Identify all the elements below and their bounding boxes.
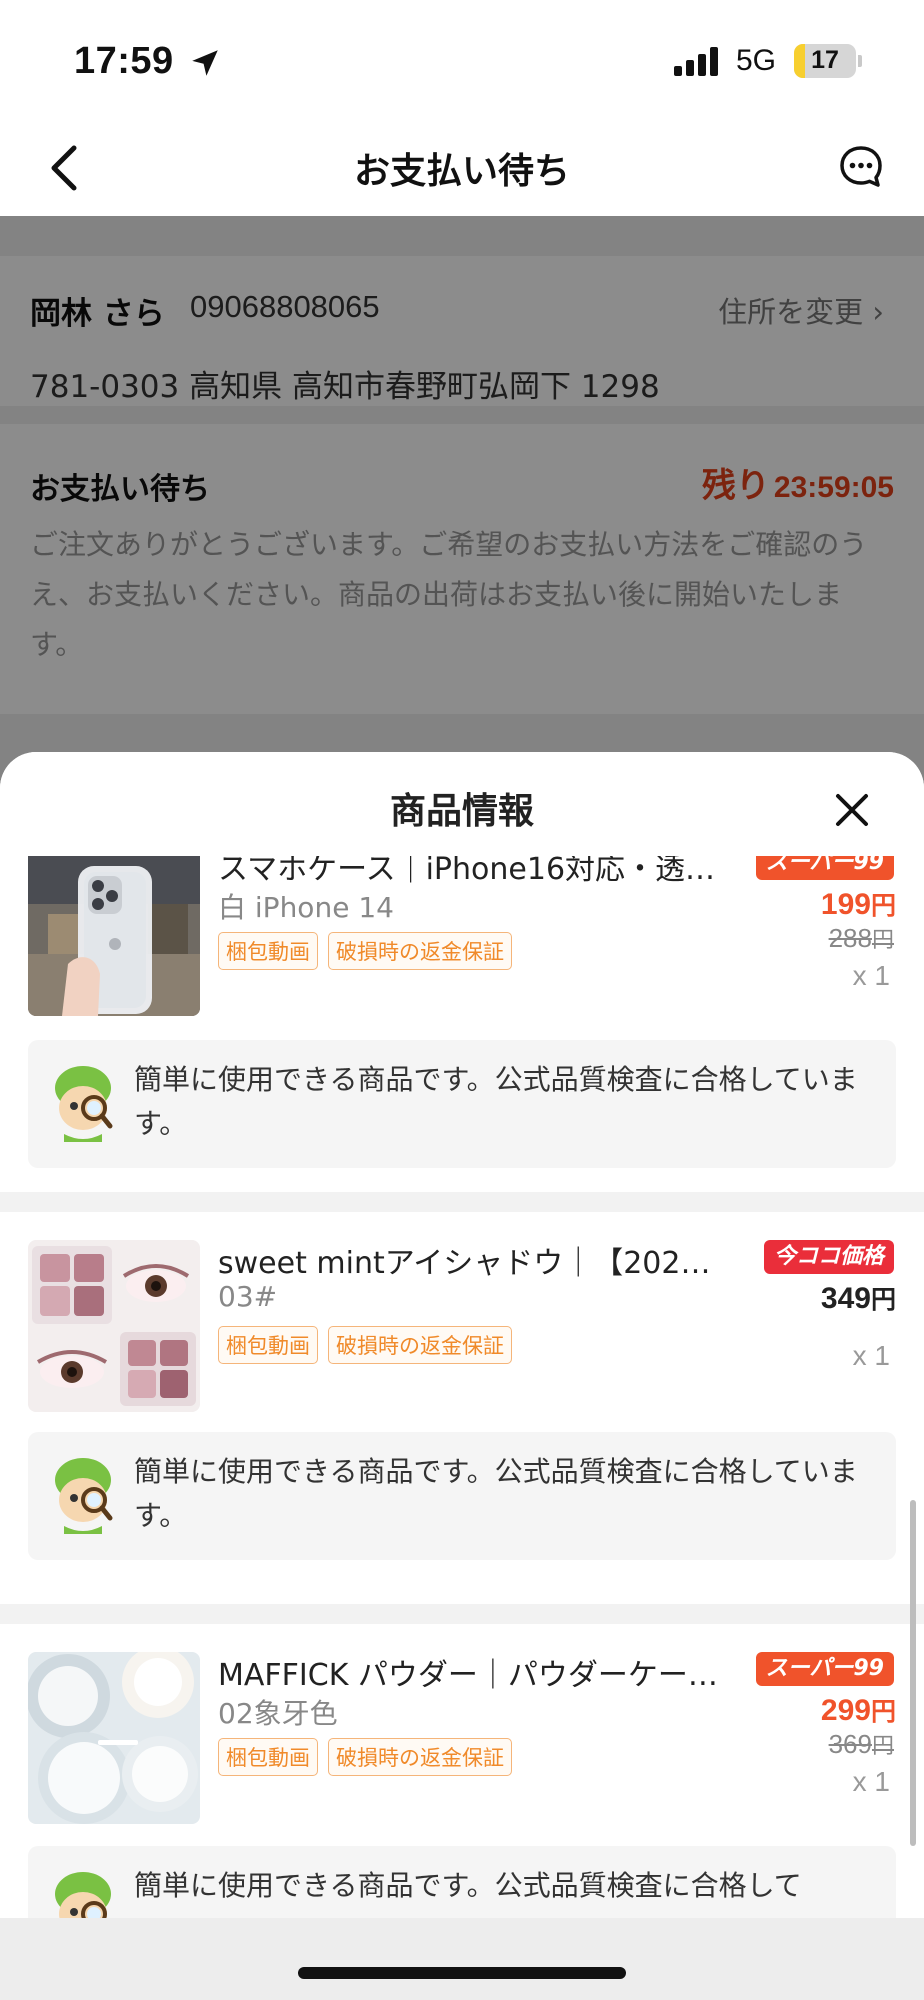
close-icon[interactable]: [834, 792, 870, 828]
product-quantity: x 1: [852, 1766, 890, 1797]
product-info-sheet: 商品情報 スマホケース｜iPhone16対応・透… 白 iPhone 14 梱包…: [0, 752, 924, 2000]
page-title: お支払い待ち: [353, 151, 570, 192]
quality-note: 簡単に使用できる商品です。公式品質検査に合格しています。: [28, 1432, 896, 1560]
inspector-mascot-icon: [55, 1066, 113, 1142]
product-title[interactable]: MAFFICK パウダー｜パウダーケー…: [218, 1650, 742, 1694]
product-title[interactable]: スマホケース｜iPhone16対応・透…: [218, 856, 742, 888]
chat-bubble-icon[interactable]: [838, 144, 884, 190]
price-currency: 円: [870, 891, 896, 920]
product-title[interactable]: sweet mintアイシャドウ｜【202…: [218, 1238, 742, 1282]
tag-packing-video: 梱包動画: [218, 932, 318, 970]
quality-note-text: 簡単に使用できる商品です。公式品質検査に合格しています。: [134, 1455, 858, 1532]
battery-cap: [858, 55, 862, 67]
status-bar: 17:59 5G 17: [0, 0, 924, 120]
tag-refund-guarantee: 破損時の返金保証: [328, 932, 512, 970]
product-tags: 梱包動画 破損時の返金保証: [218, 1326, 512, 1364]
product-tags: 梱包動画 破損時の返金保証: [218, 932, 512, 970]
product-tags: 梱包動画 破損時の返金保証: [218, 1738, 512, 1776]
product-item[interactable]: スマホケース｜iPhone16対応・透… 白 iPhone 14 梱包動画 破損…: [0, 856, 924, 1192]
quality-note-text: 簡単に使用できる商品です。公式品質検査に合格して: [134, 1869, 802, 1902]
battery-icon: 17: [794, 44, 856, 78]
promo-badge: スーパー99: [755, 1652, 894, 1686]
network-type: 5G: [736, 44, 777, 77]
scrollbar[interactable]: [910, 1500, 916, 1846]
home-indicator-area: [0, 1918, 924, 2000]
signal-icon: [674, 47, 718, 76]
product-quantity: x 1: [852, 960, 890, 991]
original-price: 288円: [829, 922, 894, 954]
nav-bar: お支払い待ち: [0, 120, 924, 216]
original-price-value: 369: [828, 1729, 872, 1759]
product-list[interactable]: スマホケース｜iPhone16対応・透… 白 iPhone 14 梱包動画 破損…: [0, 856, 924, 2000]
product-image-phone-case[interactable]: [28, 856, 200, 1016]
original-price: 369円: [829, 1728, 894, 1760]
battery-percent: 17: [811, 46, 839, 74]
price-currency: 円: [870, 1285, 896, 1314]
original-price-currency: 円: [871, 928, 894, 953]
product-price: 349円: [821, 1280, 896, 1316]
product-quantity: x 1: [852, 1340, 890, 1371]
inspector-mascot-icon: [55, 1458, 113, 1534]
quality-note: 簡単に使用できる商品です。公式品質検査に合格しています。: [28, 1040, 896, 1168]
product-variant: 02象牙色: [218, 1697, 338, 1730]
promo-badge: スーパー99: [755, 856, 894, 880]
sheet-title: 商品情報: [389, 791, 534, 832]
sheet-header: 商品情報: [0, 752, 924, 856]
product-item[interactable]: sweet mintアイシャドウ｜【202… 03# 梱包動画 破損時の返金保証…: [0, 1212, 924, 1604]
original-price-value: 288: [828, 923, 872, 953]
price-currency: 円: [870, 1697, 896, 1726]
price-value: 299: [820, 1694, 871, 1727]
price-value: 199: [820, 888, 871, 921]
location-arrow-icon: [192, 50, 218, 76]
tag-packing-video: 梱包動画: [218, 1326, 318, 1364]
tag-refund-guarantee: 破損時の返金保証: [328, 1738, 512, 1776]
product-variant: 白 iPhone 14: [218, 891, 394, 924]
quality-note-text: 簡単に使用できる商品です。公式品質検査に合格しています。: [134, 1063, 858, 1140]
status-time: 17:59: [74, 40, 174, 82]
original-price-currency: 円: [871, 1734, 894, 1759]
product-image-eyeshadow[interactable]: [28, 1240, 200, 1412]
product-price: 299円: [821, 1692, 896, 1728]
tag-refund-guarantee: 破損時の返金保証: [328, 1326, 512, 1364]
product-image-powder[interactable]: [28, 1652, 200, 1824]
promo-badge: 今ココ価格: [763, 1240, 894, 1274]
product-variant: 03#: [218, 1280, 278, 1313]
tag-packing-video: 梱包動画: [218, 1738, 318, 1776]
price-value: 349: [820, 1282, 871, 1315]
product-price: 199円: [821, 886, 896, 922]
home-indicator[interactable]: [298, 1967, 626, 1979]
